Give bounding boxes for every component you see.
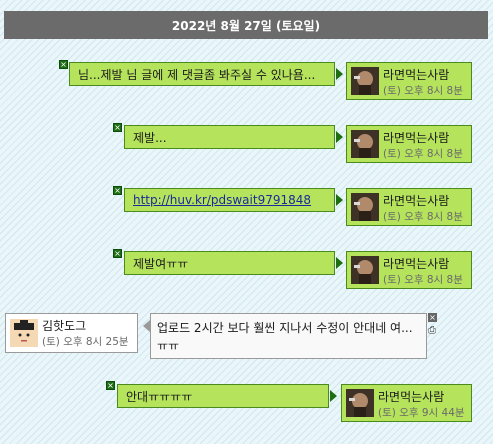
- bubble-tail-icon: [336, 194, 343, 206]
- bubble-tail-icon: [336, 257, 343, 269]
- close-icon[interactable]: ×: [428, 313, 437, 322]
- message-text: 제발여ㅠㅠ: [133, 256, 189, 271]
- message-time: (토) 오후 8시 8분: [383, 148, 463, 160]
- bubble-tail-icon: [336, 131, 343, 143]
- message-time: (토) 오후 8시 8분: [383, 274, 463, 286]
- author-card[interactable]: 라면먹는사람 (토) 오후 8시 8분: [346, 125, 472, 163]
- avatar-icon[interactable]: [346, 389, 374, 417]
- author-card[interactable]: 김핫도그 (토) 오후 8시 25분: [5, 313, 138, 353]
- author-card[interactable]: 라면먹는사람 (토) 오후 9시 44분: [341, 384, 472, 422]
- message-bubble: 님...제발 님 글에 제 댓글좀 봐주실 수 있나욤...: [69, 62, 335, 86]
- author-name[interactable]: 라면먹는사람: [378, 388, 444, 405]
- avatar-icon[interactable]: [10, 319, 38, 347]
- date-header: 2022년 8월 27일 (토요일): [4, 11, 488, 39]
- author-name[interactable]: 라면먹는사람: [383, 192, 449, 209]
- message-time: (토) 오후 8시 8분: [383, 211, 463, 223]
- message-bubble: http://huv.kr/pdswait9791848: [124, 188, 335, 212]
- message-text: 제발...: [133, 130, 167, 145]
- avatar-icon[interactable]: [351, 130, 379, 158]
- message-bubble: 제발여ㅠㅠ: [124, 251, 335, 275]
- avatar-icon[interactable]: [351, 193, 379, 221]
- author-card[interactable]: 라면먹는사람 (토) 오후 8시 8분: [346, 188, 472, 226]
- bubble-tail-icon: [143, 320, 150, 332]
- delete-message-close-icon[interactable]: ×: [113, 186, 122, 195]
- author-name[interactable]: 라면먹는사람: [383, 255, 449, 272]
- author-name[interactable]: 라면먹는사람: [383, 129, 449, 146]
- delete-message-close-icon[interactable]: ×: [113, 123, 122, 132]
- delete-message-close-icon[interactable]: ×: [106, 381, 115, 390]
- message-text: 님...제발 님 글에 제 댓글좀 봐주실 수 있나욤...: [78, 67, 316, 82]
- message-text: 안대ㅠㅠㅠㅠ: [126, 389, 193, 404]
- message-bubble: 업로드 2시간 보다 훨씬 지나서 수정이 안대네 여... ㅠㅠ: [150, 313, 427, 359]
- bubble-tail-icon: [336, 68, 343, 80]
- author-name[interactable]: 김핫도그: [42, 317, 86, 334]
- author-name[interactable]: 라면먹는사람: [383, 66, 449, 83]
- delete-message-close-icon[interactable]: ×: [59, 60, 68, 69]
- avatar-icon[interactable]: [351, 67, 379, 95]
- message-bubble: 안대ㅠㅠㅠㅠ: [117, 384, 329, 408]
- author-card[interactable]: 라면먹는사람 (토) 오후 8시 8분: [346, 62, 472, 100]
- message-bubble: 제발...: [124, 125, 335, 149]
- avatar-icon[interactable]: [351, 256, 379, 284]
- message-time: (토) 오후 8시 25분: [42, 336, 129, 348]
- print-icon[interactable]: ⎙: [428, 325, 436, 336]
- bubble-tail-icon: [330, 390, 337, 402]
- message-link[interactable]: http://huv.kr/pdswait9791848: [133, 193, 311, 207]
- delete-message-close-icon[interactable]: ×: [113, 249, 122, 258]
- message-text: 업로드 2시간 보다 훨씬 지나서 수정이 안대네 여... ㅠㅠ: [157, 321, 413, 353]
- author-card[interactable]: 라면먹는사람 (토) 오후 8시 8분: [346, 251, 472, 289]
- message-time: (토) 오후 8시 8분: [383, 85, 463, 97]
- message-time: (토) 오후 9시 44분: [378, 407, 465, 419]
